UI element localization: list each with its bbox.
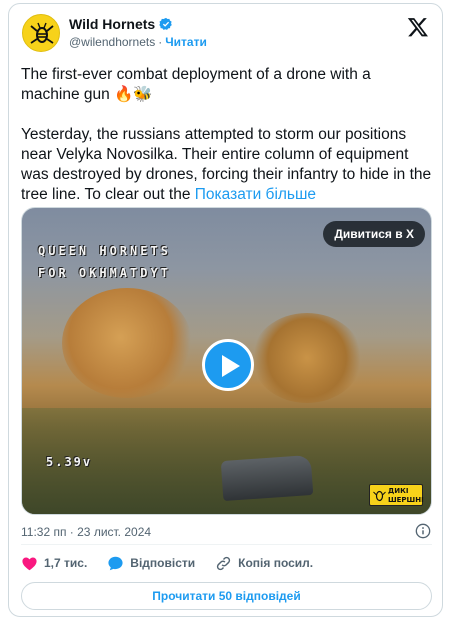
author-name-row: Wild Hornets — [69, 16, 173, 32]
play-icon — [222, 355, 240, 377]
badge-line-2: ШЕРШНІ — [388, 496, 424, 504]
separator-dot: · — [158, 35, 163, 49]
tweet-card: Wild Hornets @wilendhornets · Читати The… — [8, 3, 443, 617]
author-handle[interactable]: @wilendhornets — [69, 35, 155, 49]
divider — [21, 544, 432, 545]
handle-row: @wilendhornets · Читати — [69, 35, 207, 49]
copy-link-button[interactable]: Копія посил. — [215, 555, 313, 572]
like-count: 1,7 тис. — [44, 556, 88, 570]
x-logo-icon[interactable] — [407, 16, 429, 38]
video-player[interactable]: QUEEN HORNETS FOR OKHMATDYT 5.39v Дивити… — [21, 207, 432, 515]
badge-line-1: ДИКІ — [388, 487, 409, 495]
watch-on-x-button[interactable]: Дивитися в X — [323, 221, 425, 247]
tweet-paragraph-1: The first-ever combat deployment of a dr… — [21, 66, 371, 103]
video-frame-gun-barrel — [220, 454, 314, 502]
verified-badge-icon — [159, 17, 172, 30]
like-button[interactable]: 1,7 тис. — [21, 555, 87, 572]
osd-text-line-2: FOR OKHMATDYT — [38, 266, 171, 280]
reply-icon — [108, 556, 123, 570]
osd-text-line-1: QUEEN HORNETS — [38, 244, 171, 258]
read-replies-button[interactable]: Прочитати 50 відповідей — [21, 582, 432, 610]
show-more-link[interactable]: Показати більше — [195, 186, 316, 203]
tweet-text: The first-ever combat deployment of a dr… — [21, 65, 433, 225]
reply-button[interactable]: Відповісти — [107, 555, 195, 572]
hornet-logo-icon — [30, 22, 54, 44]
reply-label: Відповісти — [130, 556, 196, 570]
link-icon — [217, 556, 231, 570]
video-frame-tree — [252, 313, 362, 403]
avatar[interactable] — [22, 14, 60, 52]
wild-hornets-watermark: ДИКІ ШЕРШНІ — [369, 484, 424, 506]
author-name[interactable]: Wild Hornets — [69, 16, 155, 32]
video-frame-tree — [62, 288, 192, 398]
osd-voltage: 5.39v — [46, 455, 93, 469]
follow-link[interactable]: Читати — [165, 35, 207, 49]
hornet-logo-icon — [373, 490, 386, 502]
info-icon[interactable] — [415, 523, 431, 539]
tweet-timestamp[interactable]: 11:32 пп · 23 лист. 2024 — [21, 525, 151, 539]
tweet-paragraph-2: Yesterday, the russians attempted to sto… — [21, 125, 433, 205]
heart-icon — [22, 557, 37, 570]
play-button[interactable] — [202, 339, 254, 391]
action-bar: 1,7 тис. Відповісти Копія посил. — [21, 553, 333, 573]
copy-link-label: Копія посил. — [238, 556, 314, 570]
